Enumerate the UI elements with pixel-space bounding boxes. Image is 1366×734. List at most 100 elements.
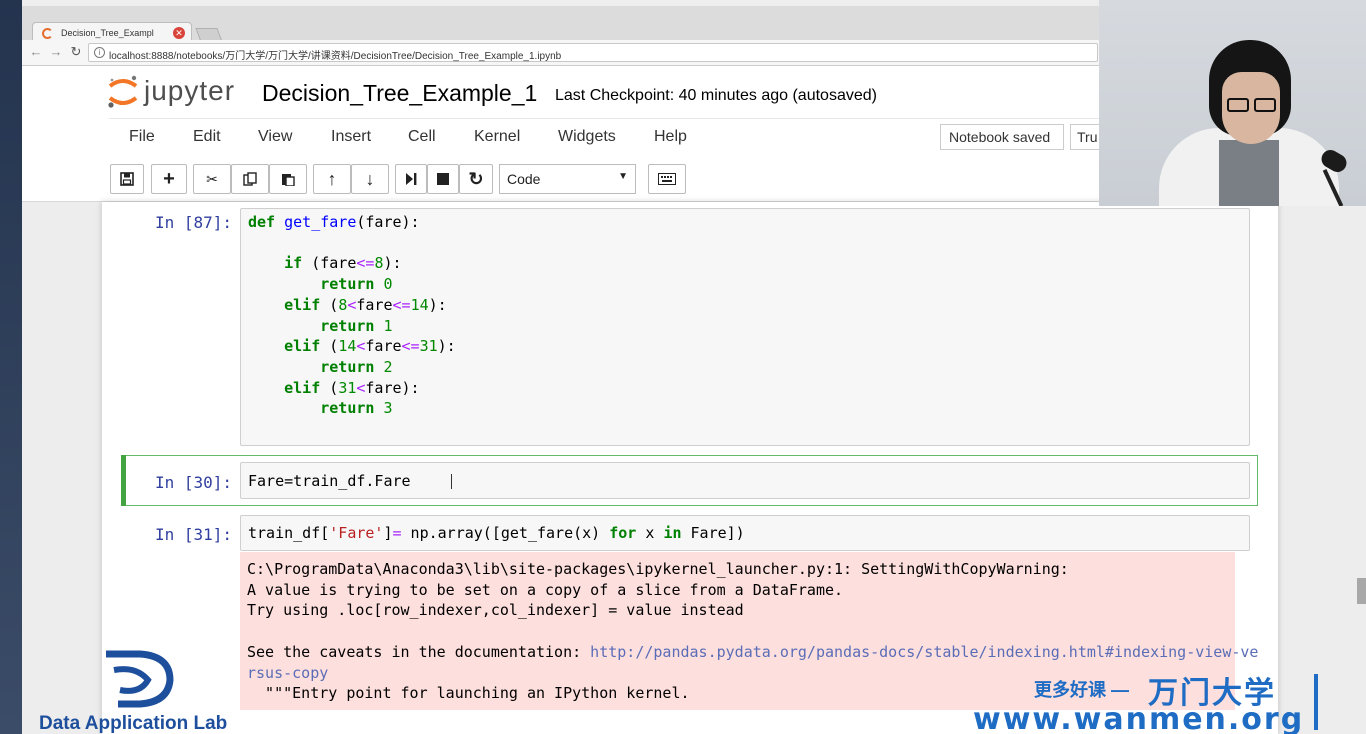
code-operator: <= [356,254,375,273]
warning-line: See the caveats in the documentation: [247,642,591,661]
code-keyword: if [284,254,303,273]
paste-icon [282,174,295,187]
save-icon [120,172,134,186]
cell-prompt: In [31]: [155,525,233,544]
caret-down-icon: ▼ [618,171,628,182]
url-text: localhost:8888/notebooks/万门大学/万门大学/讲课资料/… [109,51,562,62]
url-watermark: www.wanmen.org [973,702,1305,734]
code-keyword: return [320,275,375,294]
page-scrollbar[interactable] [1355,202,1366,734]
notebook-name[interactable]: Decision_Tree_Example_1 [262,80,537,107]
slogan-watermark: 更多好课 — [1034,680,1130,700]
dal-watermark: Data Application Lab [39,713,228,734]
move-up-button[interactable]: ↑ [313,164,351,194]
reload-icon[interactable]: ↻ [68,44,84,60]
glasses-icon [1254,98,1276,112]
code-number: 14 [338,337,357,356]
code-input[interactable]: train_df['Fare']= np.array([get_fare(x) … [240,515,1250,551]
stop-icon [437,173,449,185]
command-palette-button[interactable] [648,164,686,194]
code-keyword: def [248,213,276,231]
cell-prompt: In [87]: [155,213,233,232]
forward-arrow-icon[interactable]: → [48,44,64,60]
docs-link[interactable]: http://pandas.pydata.org/pandas-docs/sta… [590,643,1258,661]
tab-title: Decision_Tree_Exampl [61,28,154,38]
interrupt-button[interactable] [427,164,459,194]
restart-button[interactable]: ↻ [459,164,493,194]
code-keyword: return [320,316,375,335]
menu-bar: File Edit View Insert Cell Kernel Widget… [22,118,1110,154]
menu-edit[interactable]: Edit [193,128,221,146]
code-keyword: return [320,357,375,376]
warning-line: A value is trying to be set on a copy of… [247,580,844,599]
menu-help[interactable]: Help [654,128,687,146]
cut-button[interactable]: ✂ [193,164,231,194]
step-forward-icon [406,173,417,185]
notebook-toolbar: + ✂ ↑ ↓ ↻ Code ▼ [22,154,1102,202]
cell-prompt: In [30]: [155,473,233,492]
code-function-name: get_fare [284,213,357,231]
menu-cell[interactable]: Cell [408,128,436,146]
watermark-divider [1314,674,1318,730]
tab-bar: Decision_Tree_Exampl ✕ [22,6,1102,44]
info-icon[interactable]: i [94,47,105,58]
code-number: 8 [374,254,384,273]
scrollbar-thumb[interactable] [1357,578,1366,604]
code-number: 31 [338,378,357,397]
move-down-button[interactable]: ↓ [351,164,389,194]
jupyter-logo-icon[interactable] [106,74,140,110]
selected-cell-indicator [121,455,126,506]
insert-cell-button[interactable]: + [151,164,187,194]
code-keyword: for [609,524,637,542]
menu-insert[interactable]: Insert [331,128,371,146]
code-operator: = [392,524,402,542]
code-operator: <= [401,337,420,356]
menu-widgets[interactable]: Widgets [558,128,616,146]
menu-kernel[interactable]: Kernel [474,128,520,146]
code-number: 8 [338,295,348,314]
tab-close-icon[interactable]: ✕ [173,27,185,39]
desktop-edge [0,0,22,734]
docs-link-continued[interactable]: rsus-copy [247,664,328,682]
glasses-icon [1227,98,1249,112]
jupyter-header: jupyter Decision_Tree_Example_1 Last Che… [22,66,1102,118]
jupyter-wordmark: jupyter [144,75,236,106]
save-button[interactable] [110,164,144,194]
restart-icon: ↻ [468,169,484,189]
copy-button[interactable] [231,164,269,194]
plus-icon: + [163,168,175,190]
warning-line: C:\ProgramData\Anaconda3\lib\site-packag… [247,560,1069,578]
address-bar: ← → ↻ i localhost:8888/notebooks/万门大学/万门… [22,40,1102,66]
run-button[interactable] [395,164,427,194]
code-input[interactable]: Fare=train_df.Fare [240,462,1250,499]
code-number: 14 [410,295,429,314]
code-number: 31 [419,337,438,356]
code-number: 3 [383,399,393,418]
warning-line: Try using .loc[row_indexer,col_indexer] … [247,601,744,620]
code-operator: < [356,378,366,397]
checkpoint-status: Last Checkpoint: 40 minutes ago (autosav… [555,87,877,104]
url-input[interactable]: i localhost:8888/notebooks/万门大学/万门大学/讲课资… [88,43,1098,62]
code-keyword: elif [284,295,321,314]
code-operator: < [347,295,357,314]
arrow-up-icon: ↑ [327,169,337,189]
jupyter-favicon-icon [42,28,53,39]
menu-view[interactable]: View [258,128,292,146]
notebook-saved-indicator: Notebook saved [940,124,1064,150]
warning-line: """Entry point for launching an IPython … [247,684,690,703]
code-input[interactable]: def get_fare(fare): if (fare<=8): return… [240,208,1250,446]
copy-icon [243,172,257,186]
menu-file[interactable]: File [129,128,155,146]
code-keyword: in [663,524,682,542]
code-keyword: elif [284,337,321,356]
presenter-shirt [1219,140,1279,206]
paste-button[interactable] [269,164,307,194]
code-keyword: return [320,399,375,418]
keyboard-icon [658,173,676,185]
arrow-down-icon: ↓ [365,169,375,189]
scissors-icon: ✂ [206,171,218,187]
dal-logo-icon [106,650,174,708]
back-arrow-icon[interactable]: ← [28,44,44,60]
cell-type-select[interactable]: Code ▼ [499,164,636,194]
cell-type-value: Code [507,171,541,187]
